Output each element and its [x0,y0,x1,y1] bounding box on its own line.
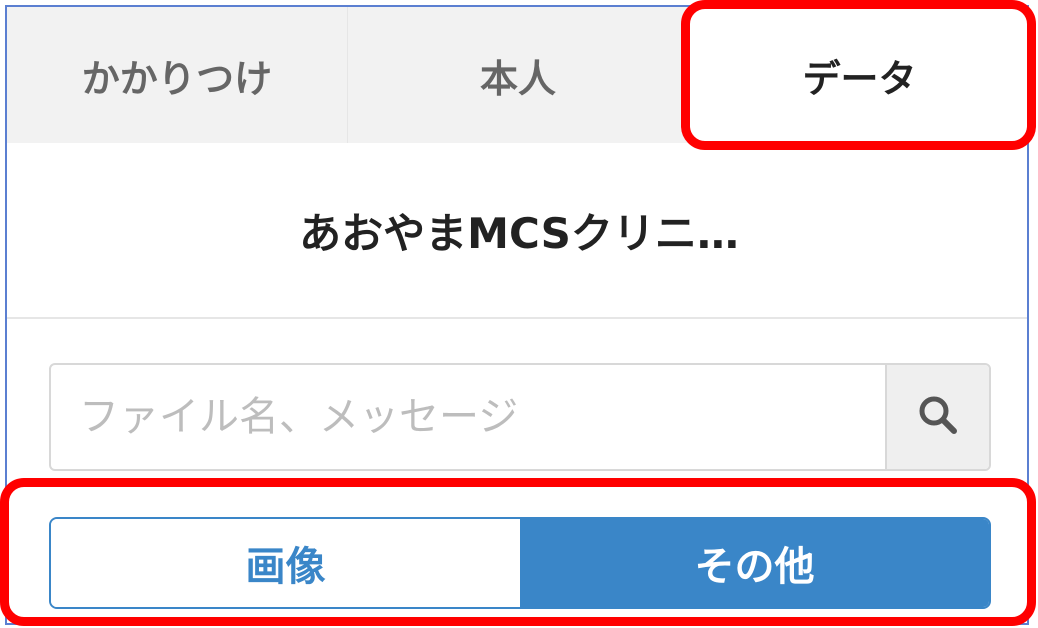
search-button[interactable] [885,365,989,469]
search-input[interactable] [51,365,885,469]
search-icon [916,393,960,441]
search-bar [49,363,991,471]
highlight-filter [0,478,1036,626]
tab-honnin[interactable]: 本人 [348,7,689,143]
tab-kakaritsuke[interactable]: かかりつけ [7,7,348,143]
highlight-data-tab [681,0,1036,150]
clinic-name-title: あおやまMCSクリニ… [7,143,1027,319]
